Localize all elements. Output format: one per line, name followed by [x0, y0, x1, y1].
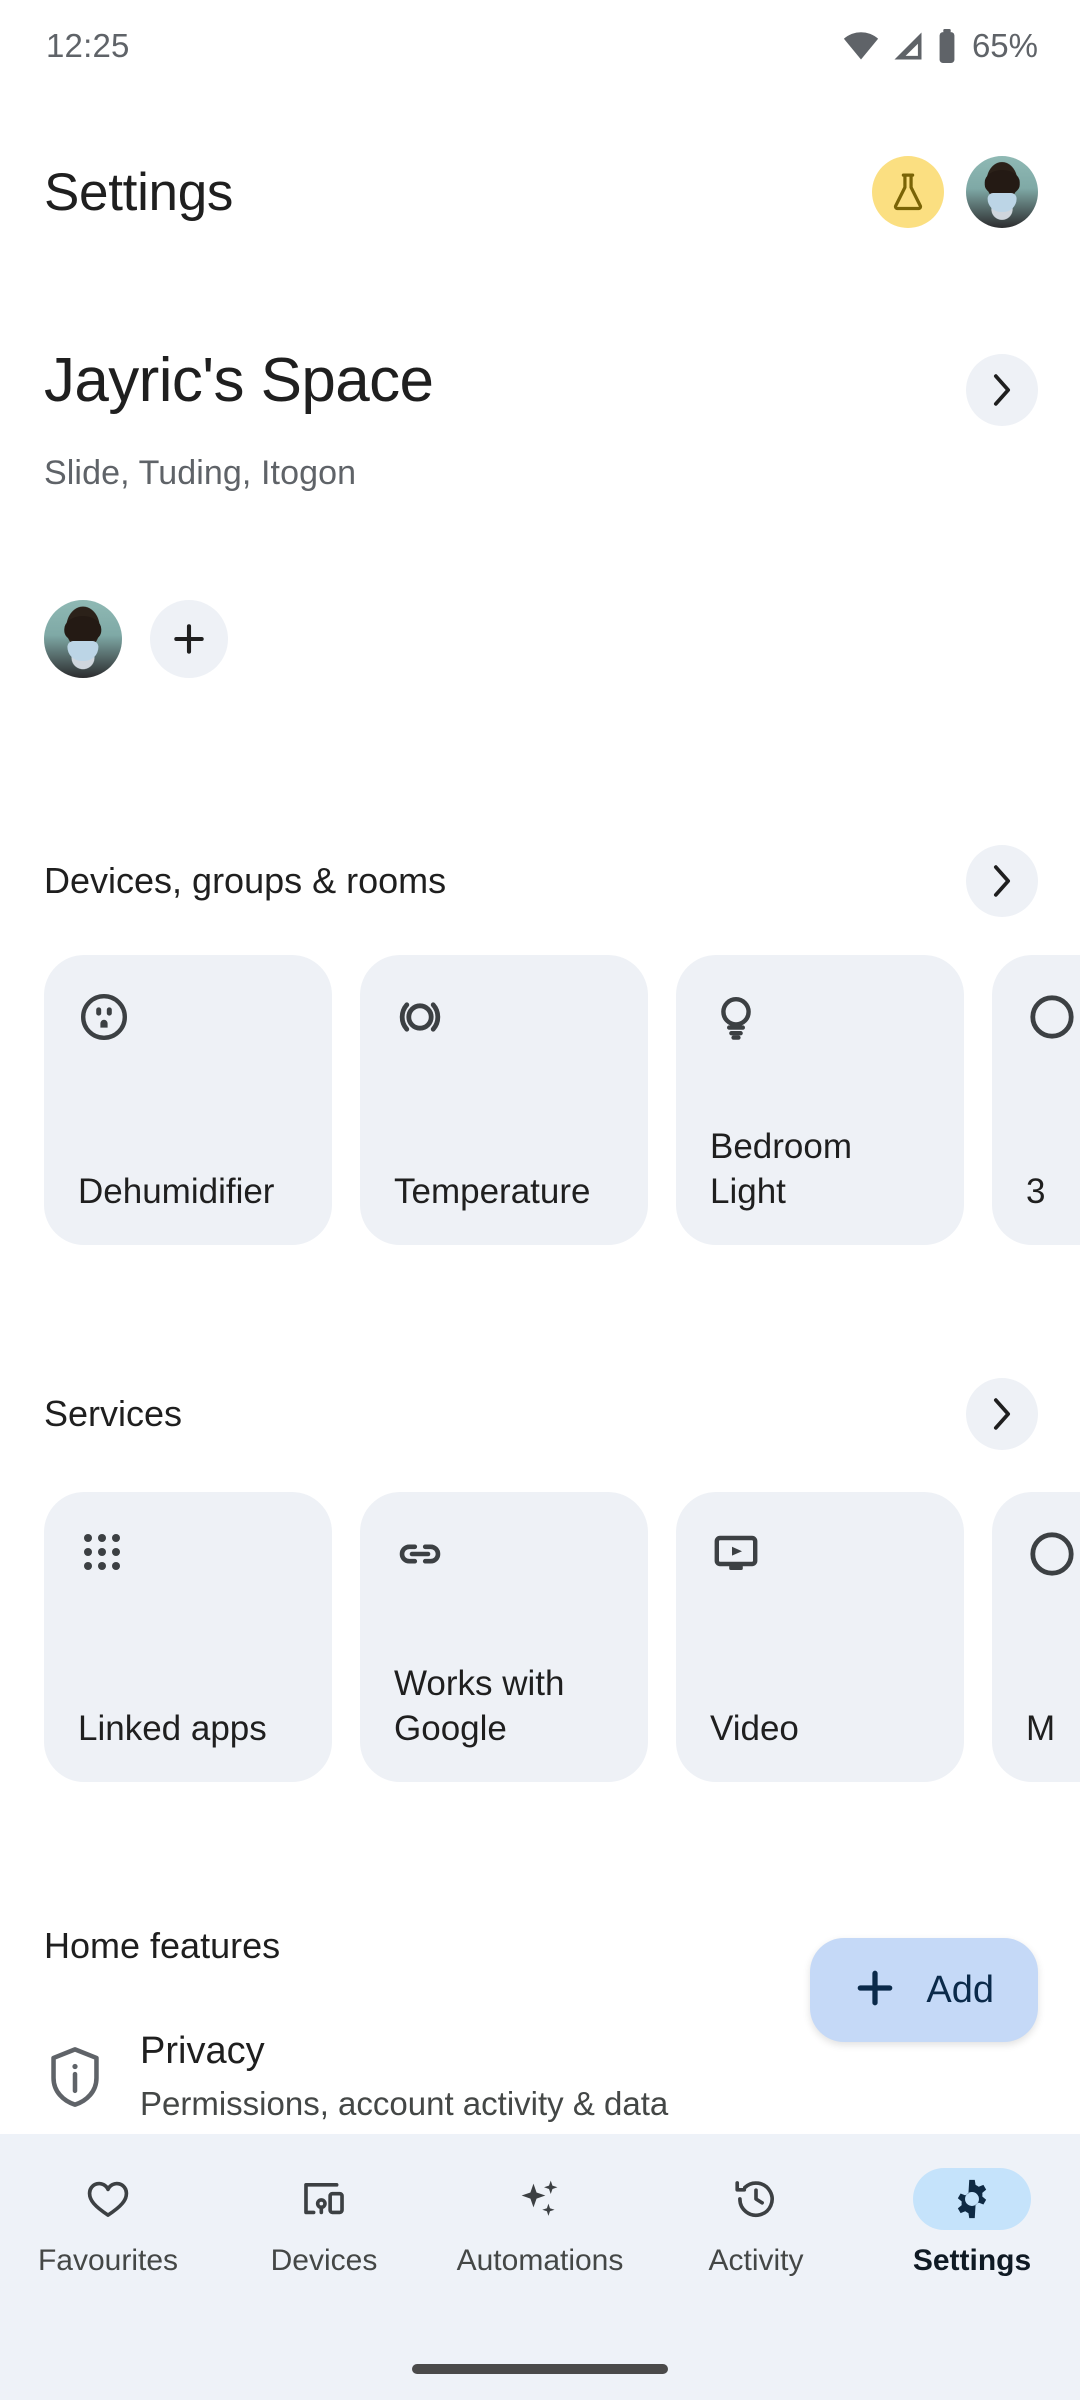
app-bar-actions: [872, 156, 1038, 228]
service-card-label: Video: [710, 1709, 799, 1749]
circle-icon: [1026, 991, 1080, 1051]
plus-icon: [854, 1967, 896, 2014]
services-section-title: Services: [44, 1393, 183, 1434]
app-bar: Settings: [0, 132, 1080, 252]
shield-info-icon: [44, 2030, 106, 2108]
services-section-header[interactable]: Services: [0, 1378, 1080, 1450]
cellular-signal-icon: [891, 31, 925, 61]
device-card-temperature[interactable]: Temperature: [360, 955, 648, 1245]
device-card-bedroom-light[interactable]: Bedroom Light: [676, 955, 964, 1245]
light-bulb-icon: [710, 991, 934, 1051]
nav-label: Automations: [456, 2244, 624, 2277]
battery-icon: [936, 29, 958, 63]
devices-section-title: Devices, groups & rooms: [44, 860, 447, 901]
device-card-partial[interactable]: 3: [992, 955, 1080, 1245]
nav-item-favourites[interactable]: Favourites: [8, 2168, 208, 2278]
device-card-label: Bedroom Light: [710, 1127, 853, 1212]
nav-item-automations[interactable]: Automations: [440, 2168, 640, 2278]
nav-item-settings[interactable]: Settings: [872, 2168, 1072, 2278]
add-member-button[interactable]: [150, 600, 228, 678]
service-card-works-with-google[interactable]: Works with Google: [360, 1492, 648, 1782]
device-card-dehumidifier[interactable]: Dehumidifier: [44, 955, 332, 1245]
open-home-settings-button[interactable]: [966, 354, 1038, 426]
sparkle-icon: [481, 2168, 599, 2230]
nav-item-devices[interactable]: Devices: [224, 2168, 424, 2278]
devices-icon: [265, 2168, 383, 2230]
device-card-label: 3: [1026, 1172, 1046, 1212]
home-feature-text: Privacy Permissions, account activity & …: [140, 2030, 668, 2123]
service-card-video[interactable]: Video: [676, 1492, 964, 1782]
wifi-icon: [842, 31, 880, 61]
account-avatar[interactable]: [966, 156, 1038, 228]
devices-card-strip[interactable]: Dehumidifier Temperature Bedroom Light 3: [44, 955, 1080, 1245]
partial-icon: [1026, 1528, 1080, 1588]
home-address: Slide, Tuding, Itogon: [44, 454, 357, 492]
home-features-title: Home features: [44, 1925, 281, 1966]
add-button[interactable]: Add: [810, 1938, 1038, 2042]
service-card-partial[interactable]: M: [992, 1492, 1080, 1782]
status-bar: 12:25 65%: [0, 0, 1080, 92]
battery-percent: 65%: [971, 27, 1038, 64]
devices-section-open-button[interactable]: [966, 845, 1038, 917]
gear-icon: [913, 2168, 1031, 2230]
heart-icon: [49, 2168, 167, 2230]
nav-item-activity[interactable]: Activity: [656, 2168, 856, 2278]
sensor-icon: [394, 991, 618, 1051]
member-avatar[interactable]: [44, 600, 122, 678]
services-section-open-button[interactable]: [966, 1378, 1038, 1450]
devices-section-header[interactable]: Devices, groups & rooms: [0, 845, 1080, 917]
nav-label: Activity: [708, 2244, 804, 2277]
service-card-label: Linked apps: [78, 1709, 267, 1749]
service-card-label: Works with Google: [394, 1664, 565, 1749]
services-card-strip[interactable]: Linked apps Works with Google Video M: [44, 1492, 1080, 1782]
home-feature-name: Privacy: [140, 2030, 265, 2072]
home-feature-privacy[interactable]: Privacy Permissions, account activity & …: [44, 2030, 668, 2123]
add-button-label: Add: [926, 1968, 994, 2011]
nav-label: Favourites: [37, 2244, 179, 2277]
link-icon: [394, 1528, 618, 1588]
flask-icon[interactable]: [872, 156, 944, 228]
nav-label: Devices: [270, 2244, 378, 2277]
home-name: Jayric's Space: [44, 346, 434, 415]
home-feature-description: Permissions, account activity & data: [140, 2085, 669, 2122]
settings-screen: 12:25 65% Settings Jayric's Space Slide,…: [0, 0, 1080, 2400]
service-card-label: M: [1026, 1709, 1056, 1749]
status-indicators: 65%: [842, 27, 1038, 65]
device-card-label: Temperature: [394, 1172, 591, 1212]
member-list: [44, 600, 228, 678]
power-outlet-icon: [78, 991, 302, 1051]
nav-label: Settings: [912, 2244, 1032, 2277]
bottom-navigation: Favourites Devices Automations Activity …: [0, 2134, 1080, 2400]
service-card-linked-apps[interactable]: Linked apps: [44, 1492, 332, 1782]
video-tv-icon: [710, 1528, 934, 1588]
page-title: Settings: [44, 162, 234, 222]
status-time: 12:25: [46, 27, 130, 64]
device-card-label: Dehumidifier: [78, 1172, 275, 1212]
apps-grid-icon: [78, 1528, 302, 1588]
history-clock-icon: [697, 2168, 815, 2230]
home-header: Jayric's Space Slide, Tuding, Itogon: [0, 346, 1080, 493]
gesture-bar[interactable]: [412, 2364, 668, 2374]
